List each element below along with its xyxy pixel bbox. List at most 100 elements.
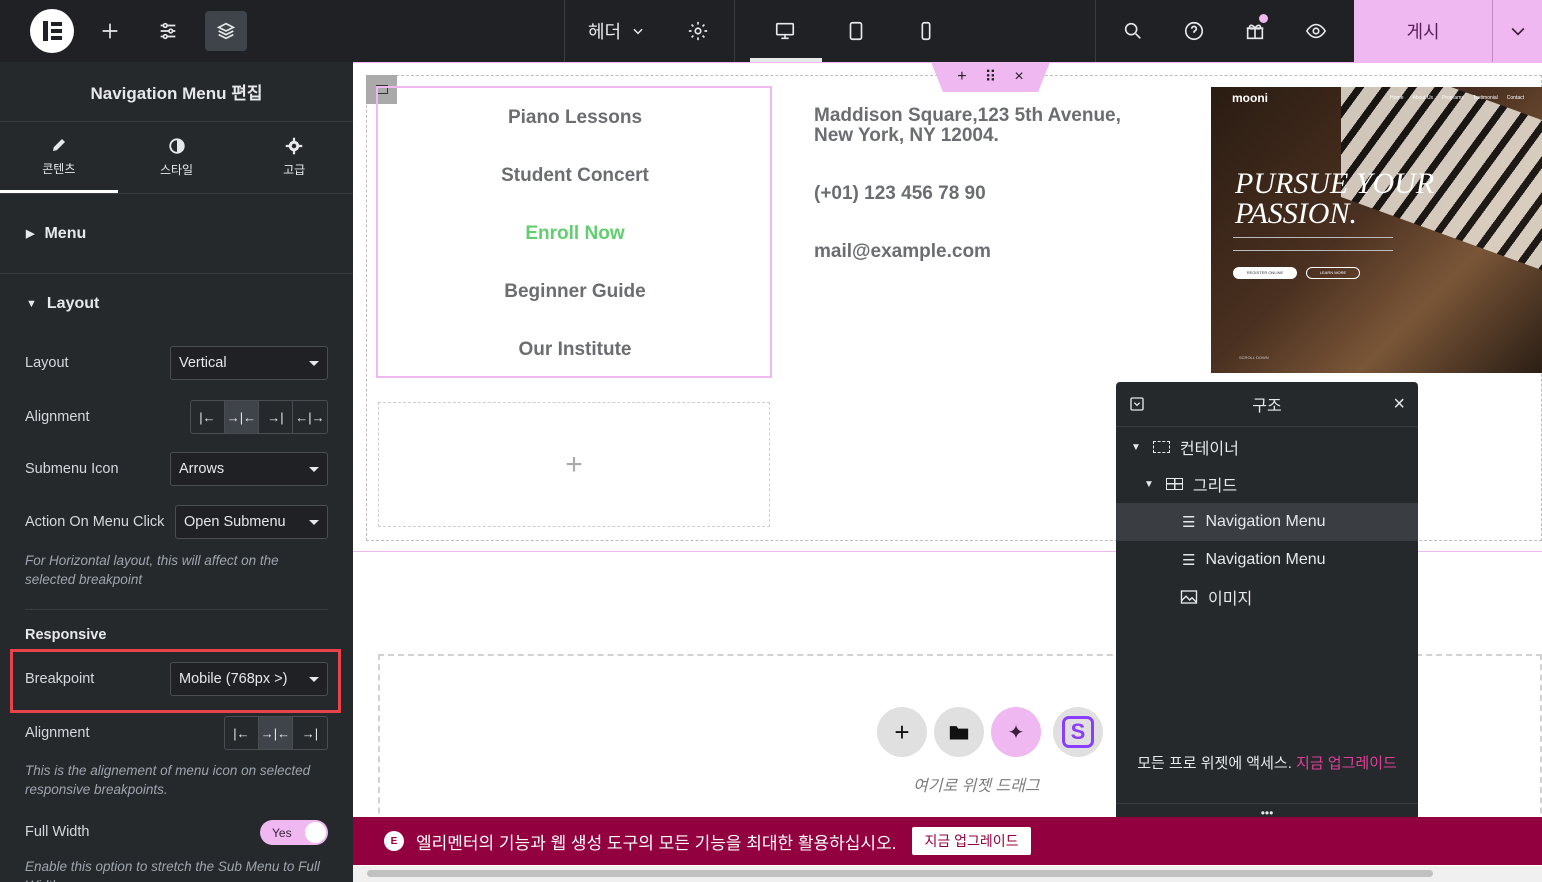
responsive-heading: Responsive xyxy=(25,627,107,643)
tab-advanced[interactable]: 고급 xyxy=(235,122,353,193)
align-center-icon[interactable]: →|← xyxy=(225,401,259,433)
horizontal-scrollbar[interactable] xyxy=(353,866,1542,882)
align-start-icon[interactable]: |← xyxy=(191,401,225,433)
container-handle[interactable]: + ⠿ × xyxy=(931,62,1050,92)
nav-menu-widget[interactable]: Piano Lessons Student Concert Enroll Now… xyxy=(376,86,772,378)
section-menu[interactable]: ▶ Menu xyxy=(0,194,353,274)
publish-button[interactable]: 게시 xyxy=(1354,0,1492,62)
structure-header: 구조 × xyxy=(1116,382,1418,427)
elementor-logo-icon[interactable] xyxy=(30,9,74,53)
section-layout[interactable]: ▼ Layout xyxy=(0,274,353,334)
structure-item-label: Navigation Menu xyxy=(1205,551,1326,568)
close-icon[interactable]: × xyxy=(1393,393,1405,416)
drag-icon[interactable]: ⠿ xyxy=(985,67,997,87)
drop-hint: 여기로 위젯 드래그 xyxy=(913,778,1040,795)
full-width-toggle[interactable]: Yes xyxy=(260,820,328,845)
top-bar: 헤더 게시 xyxy=(0,0,1542,62)
caret-down-icon: ▼ xyxy=(1131,441,1141,453)
dropdown-arrow-icon xyxy=(309,677,319,682)
alignment-buttons: |← →|← →| ←|→ xyxy=(190,400,328,434)
alignment2-label: Alignment xyxy=(25,725,90,741)
action-select[interactable]: Open Submenu xyxy=(175,505,328,539)
align-start-icon[interactable]: |← xyxy=(225,717,259,749)
structure-item[interactable]: ▼ 컨테이너 xyxy=(1116,428,1418,466)
align-end-icon[interactable]: →| xyxy=(293,717,327,749)
menu-lines-icon: ☰ xyxy=(1182,552,1196,569)
structure-item-label: 그리드 xyxy=(1192,478,1238,495)
add-icon[interactable] xyxy=(89,11,131,51)
preview-nav-item: Programs xyxy=(1442,95,1464,101)
contrast-icon xyxy=(168,138,185,154)
preview-button-1: REGISTER ONLINE xyxy=(1233,267,1297,279)
caret-down-icon: ▼ xyxy=(1144,478,1154,490)
align-stretch-icon[interactable]: ←|→ xyxy=(293,401,327,433)
collapse-panel-icon[interactable] xyxy=(1129,396,1145,412)
menu-item[interactable]: Student Concert xyxy=(378,165,772,187)
menu-item[interactable]: Enroll Now xyxy=(378,223,772,245)
structure-item[interactable]: ☰ Navigation Menu xyxy=(1116,541,1418,579)
preview-scroll: SCROLL DOWN xyxy=(1239,355,1269,360)
chevron-down-icon xyxy=(1511,27,1524,36)
menu-lines-icon: ☰ xyxy=(1182,514,1196,531)
align-center-icon[interactable]: →|← xyxy=(259,717,293,749)
separator xyxy=(734,0,735,62)
breakpoint-label: Breakpoint xyxy=(25,671,95,687)
preview-nav-item: Home xyxy=(1390,95,1404,101)
editor-panel: Navigation Menu 편집 콘텐츠 스타일 고급 ▶ Menu ▼ Lay… xyxy=(0,62,353,882)
structure-panel: 구조 × ▼ 컨테이너 ▼ 그리드 ☰ Navigation Menu ☰ Na… xyxy=(1116,382,1418,822)
tab-content[interactable]: 콘텐츠 xyxy=(0,122,118,193)
promo-upgrade-button[interactable]: 지금 업그레이드 xyxy=(912,827,1031,855)
alignment-label: Alignment xyxy=(25,409,90,425)
menu-item[interactable]: Beginner Guide xyxy=(378,281,772,303)
tab-label: 스타일 xyxy=(159,163,194,177)
gear-icon xyxy=(285,137,303,155)
empty-cell[interactable]: + xyxy=(378,402,770,527)
layout-select[interactable]: Vertical xyxy=(170,346,328,380)
template-folder-icon[interactable] xyxy=(934,707,984,757)
structure-item-selected[interactable]: ☰ Navigation Menu xyxy=(1116,503,1418,541)
gift-icon[interactable] xyxy=(1234,11,1276,51)
alignment2-buttons: |← →|← →| xyxy=(224,716,328,750)
settings-sliders-icon[interactable] xyxy=(147,11,189,51)
structure-item-label: 이미지 xyxy=(1208,591,1253,608)
chevron-down-icon xyxy=(633,28,643,35)
preview-eye-icon[interactable] xyxy=(1295,11,1337,51)
header-label: 헤더 xyxy=(588,22,622,42)
structure-item[interactable]: ▼ 그리드 xyxy=(1116,465,1418,503)
structure-promo-link[interactable]: 지금 업그레이드 xyxy=(1296,755,1397,772)
caret-right-icon: ▶ xyxy=(26,228,35,240)
starter-s-icon[interactable]: S xyxy=(1053,707,1103,757)
notification-dot xyxy=(1259,14,1268,23)
dropdown-arrow-icon xyxy=(309,361,319,366)
toggle-knob xyxy=(305,822,326,843)
menu-item[interactable]: Piano Lessons xyxy=(378,107,772,129)
tablet-icon[interactable] xyxy=(835,11,877,51)
drop-add-button[interactable]: + xyxy=(877,707,927,757)
layers-icon[interactable] xyxy=(205,11,247,51)
tab-label: 고급 xyxy=(283,163,306,177)
align-end-icon[interactable]: →| xyxy=(259,401,293,433)
publish-options-button[interactable] xyxy=(1492,0,1542,62)
grid-icon xyxy=(1165,478,1183,490)
gear-icon[interactable] xyxy=(677,11,719,51)
structure-item[interactable]: 이미지 xyxy=(1116,578,1418,616)
help-icon[interactable] xyxy=(1173,11,1215,51)
separator xyxy=(564,0,565,62)
ai-sparkle-icon[interactable]: ✦ xyxy=(991,707,1041,757)
submenu-icon-value: Arrows xyxy=(179,461,225,477)
submenu-icon-select[interactable]: Arrows xyxy=(170,452,328,486)
phone-text: (+01) 123 456 78 90 xyxy=(814,183,986,204)
structure-item-label: Navigation Menu xyxy=(1205,513,1326,530)
structure-promo: 모든 프로 위젯에 액세스. 지금 업그레이드 xyxy=(1136,752,1398,775)
address-text: Maddison Square,123 5th Avenue, New York… xyxy=(814,105,1121,146)
search-icon[interactable] xyxy=(1112,11,1154,51)
mobile-icon[interactable] xyxy=(905,11,947,51)
menu-item[interactable]: Our Institute xyxy=(378,339,772,361)
add-icon[interactable]: + xyxy=(957,68,966,86)
close-icon[interactable]: × xyxy=(1014,68,1023,86)
breakpoint-select[interactable]: Mobile (768px >) xyxy=(170,662,328,696)
desktop-icon[interactable] xyxy=(764,11,806,51)
tab-style[interactable]: 스타일 xyxy=(118,122,236,193)
header-dropdown[interactable]: 헤더 xyxy=(588,18,645,44)
preview-nav-item: Testimonial xyxy=(1472,95,1498,101)
